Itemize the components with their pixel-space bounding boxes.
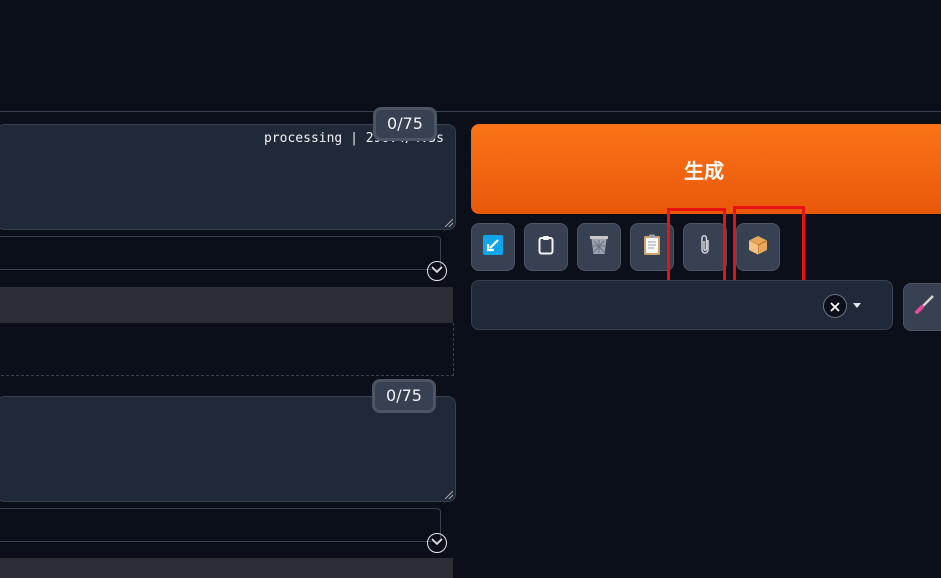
prompt-token-counter: 0/75 [373,107,437,141]
header-divider [0,111,941,112]
caret-down-icon[interactable] [853,303,861,308]
chevron-down-icon[interactable] [427,261,447,281]
apply-style-button[interactable] [903,283,941,331]
prompt-extra-field[interactable] [0,236,441,270]
resize-handle-icon[interactable] [445,219,453,227]
trash-icon [588,234,610,260]
generate-button[interactable]: 生成 [471,124,941,214]
clear-prompt-button[interactable] [577,223,621,271]
negative-extra-field[interactable] [0,508,441,542]
clipboard-icon [538,235,554,259]
arrow-in-box-icon [483,235,503,259]
resize-handle-icon[interactable] [445,491,453,499]
read-params-button[interactable] [471,223,515,271]
negative-options-bar [0,558,453,578]
chevron-down-icon[interactable] [427,533,447,553]
prompt-drop-zone[interactable] [0,323,454,376]
paste-button[interactable] [524,223,568,271]
highlight-box [733,206,805,283]
prompt-options-bar [0,287,453,323]
clear-selection-button[interactable] [823,294,847,318]
paintbrush-icon [914,295,934,319]
notepad-icon [643,234,661,260]
negative-token-counter: 0/75 [372,379,436,413]
close-icon [830,297,840,316]
